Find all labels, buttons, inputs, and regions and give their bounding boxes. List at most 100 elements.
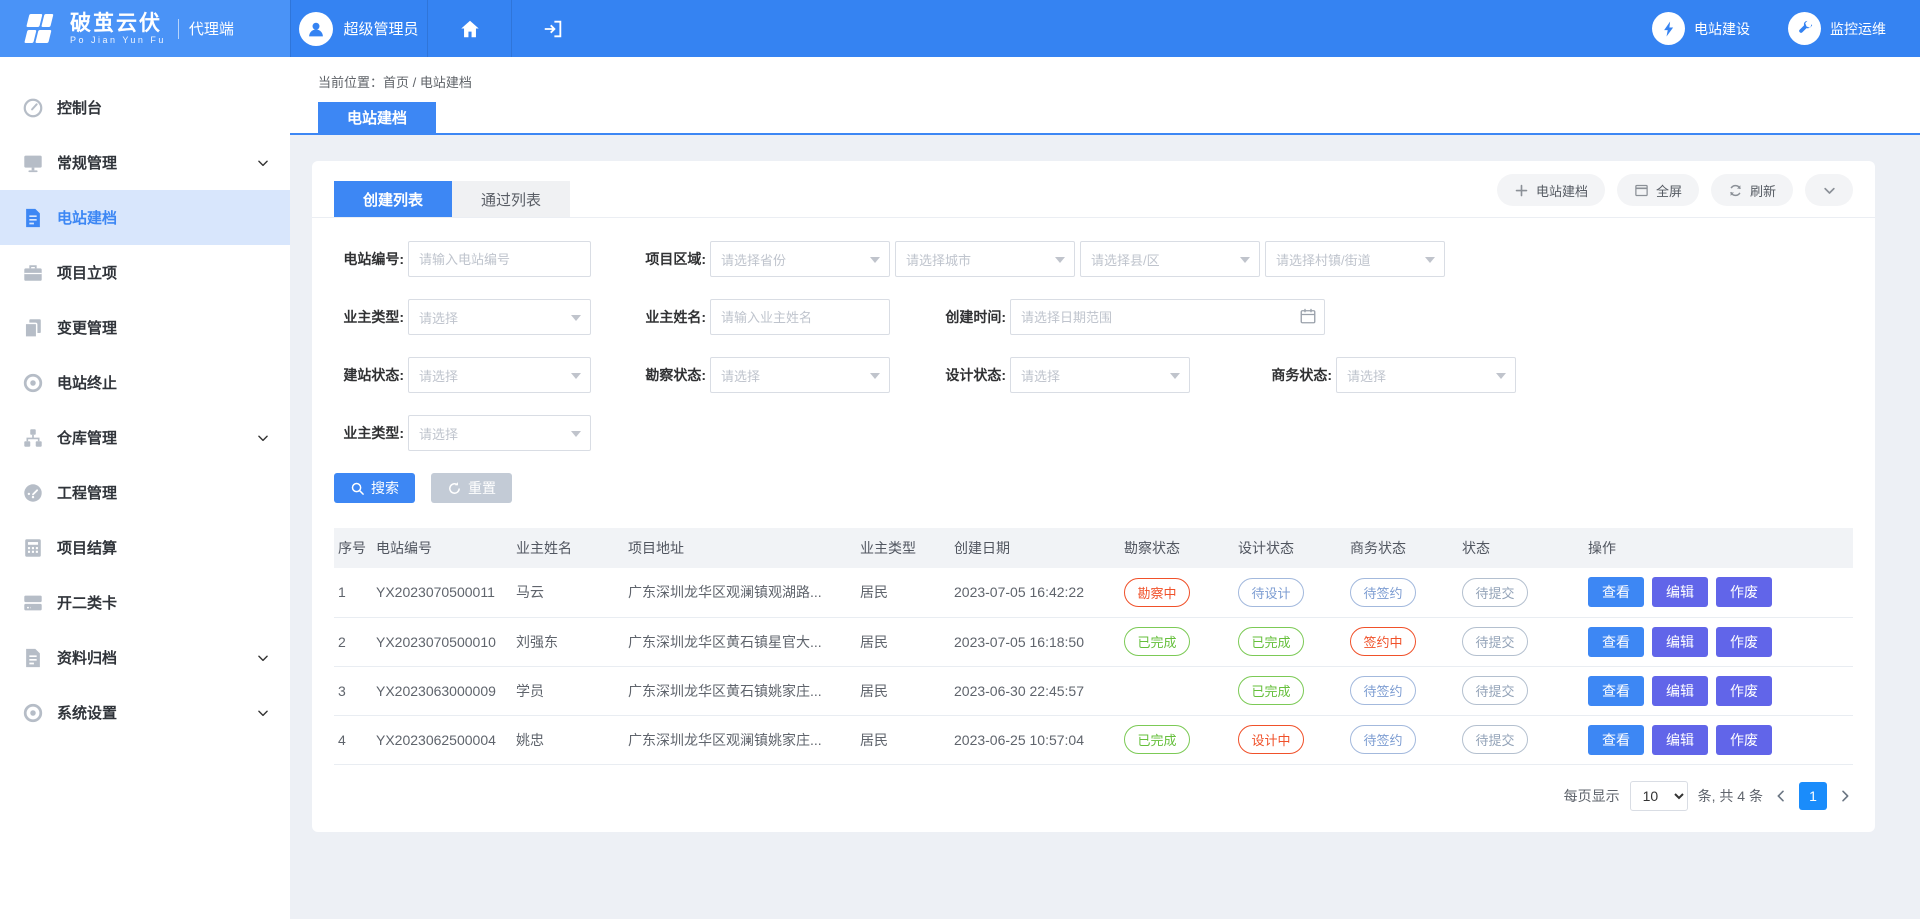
status-badge: 设计中	[1238, 725, 1304, 754]
status-badge: 待签约	[1350, 578, 1416, 607]
status-badge: 待提交	[1462, 627, 1528, 656]
status-badge: 勘察中	[1124, 578, 1190, 607]
logout-icon	[542, 18, 564, 40]
edit-button[interactable]: 编辑	[1652, 627, 1708, 657]
refresh-button[interactable]: 刷新	[1711, 174, 1793, 206]
county-select[interactable]: 请选择县/区	[1080, 241, 1260, 277]
province-select[interactable]: 请选择省份	[710, 241, 890, 277]
sidebar-item-project-approval[interactable]: 项目立项	[0, 245, 290, 300]
business-status-select[interactable]: 请选择	[1336, 357, 1516, 393]
caret-down-icon	[1425, 257, 1435, 263]
logo: 破茧云伏 Po Jian Yun Fu 代理端	[0, 0, 290, 57]
page-number-button[interactable]: 1	[1799, 782, 1827, 810]
search-icon	[350, 481, 365, 496]
caret-down-icon	[1170, 373, 1180, 379]
top-header: 破茧云伏 Po Jian Yun Fu 代理端 超级管理员	[0, 0, 1920, 57]
search-button[interactable]: 搜索	[334, 473, 415, 503]
tab-create-list[interactable]: 创建列表	[334, 181, 452, 217]
caret-down-icon	[571, 373, 581, 379]
view-button[interactable]: 查看	[1588, 577, 1644, 607]
status-badge: 待签约	[1350, 676, 1416, 705]
nav-station-build[interactable]: 电站建设	[1652, 12, 1750, 45]
caret-down-icon	[870, 373, 880, 379]
per-page-select[interactable]: 10	[1630, 781, 1688, 811]
sidebar-item-system-settings[interactable]: 系统设置	[0, 685, 290, 740]
card-icon	[22, 592, 44, 614]
pagination: 每页显示 10 条, 共 4 条 1	[312, 781, 1853, 811]
app-title: 破茧云伏	[70, 13, 166, 35]
reset-button[interactable]: 重置	[431, 473, 512, 503]
app-subtitle: Po Jian Yun Fu	[70, 35, 166, 45]
business-status-label: 商务状态:	[1234, 357, 1332, 393]
tab-passed-list[interactable]: 通过列表	[452, 181, 570, 217]
town-select[interactable]: 请选择村镇/街道	[1265, 241, 1445, 277]
fullscreen-button[interactable]: 全屏	[1617, 174, 1699, 206]
nav-monitor-ops[interactable]: 监控运维	[1788, 12, 1886, 45]
caret-down-icon	[571, 431, 581, 437]
prev-page-icon[interactable]	[1773, 788, 1789, 804]
sidebar-item-console[interactable]: 控制台	[0, 80, 290, 135]
calendar-icon	[1299, 307, 1317, 325]
station-no-input[interactable]	[408, 241, 591, 277]
plus-icon	[1514, 183, 1529, 198]
status-badge: 已完成	[1238, 627, 1304, 656]
date-range-input[interactable]	[1010, 299, 1325, 335]
design-status-select[interactable]: 请选择	[1010, 357, 1190, 393]
edit-button[interactable]: 编辑	[1652, 725, 1708, 755]
table-row: 3YX2023063000009学员广东深圳龙华区黄石镇姚家庄...居民2023…	[334, 666, 1853, 715]
survey-status-select[interactable]: 请选择	[710, 357, 890, 393]
user-name: 超级管理员	[343, 18, 418, 39]
owner-name-label: 业主姓名:	[608, 299, 706, 335]
view-button[interactable]: 查看	[1588, 676, 1644, 706]
refresh-icon	[1728, 183, 1743, 198]
sidebar-item-type2-card[interactable]: 开二类卡	[0, 575, 290, 630]
owner-name-input[interactable]	[710, 299, 890, 335]
sidebar-item-change-mgmt[interactable]: 变更管理	[0, 300, 290, 355]
status-badge: 待设计	[1238, 578, 1304, 607]
settings-icon	[22, 702, 44, 724]
station-table: 序号 电站编号 业主姓名 项目地址 业主类型 创建日期 勘察状态 设计状态 商务…	[334, 528, 1853, 765]
caret-down-icon	[1496, 373, 1506, 379]
dashboard-icon	[22, 97, 44, 119]
view-button[interactable]: 查看	[1588, 627, 1644, 657]
sidebar-item-data-archive[interactable]: 资料归档	[0, 630, 290, 685]
sidebar-item-general-mgmt[interactable]: 常规管理	[0, 135, 290, 190]
sidebar: 控制台 常规管理 电站建档	[0, 57, 290, 919]
view-button[interactable]: 查看	[1588, 725, 1644, 755]
edit-button[interactable]: 编辑	[1652, 577, 1708, 607]
sidebar-item-settlement[interactable]: 项目结算	[0, 520, 290, 575]
document-icon	[22, 207, 44, 229]
copy-icon	[22, 317, 44, 339]
sidebar-item-warehouse[interactable]: 仓库管理	[0, 410, 290, 465]
status-badge: 待提交	[1462, 676, 1528, 705]
status-badge: 已完成	[1124, 725, 1190, 754]
sidebar-item-station-termination[interactable]: 电站终止	[0, 355, 290, 410]
table-header-row: 序号 电站编号 业主姓名 项目地址 业主类型 创建日期 勘察状态 设计状态 商务…	[334, 528, 1853, 568]
chevron-down-icon	[256, 651, 270, 665]
edit-button[interactable]: 编辑	[1652, 676, 1708, 706]
main-content: 当前位置：首页 / 电站建档 电站建档 创建列表 通过列表 电站建档	[290, 57, 1920, 919]
logout-button[interactable]	[511, 0, 593, 57]
void-button[interactable]: 作废	[1716, 725, 1772, 755]
owner-type2-select[interactable]: 请选择	[408, 415, 591, 451]
sidebar-item-engineering[interactable]: 工程管理	[0, 465, 290, 520]
sitemap-icon	[22, 427, 44, 449]
void-button[interactable]: 作废	[1716, 627, 1772, 657]
status-badge: 待签约	[1350, 725, 1416, 754]
void-button[interactable]: 作废	[1716, 676, 1772, 706]
status-badge: 已完成	[1124, 627, 1190, 656]
sidebar-item-station-archive[interactable]: 电站建档	[0, 190, 290, 245]
home-button[interactable]	[427, 0, 511, 57]
city-select[interactable]: 请选择城市	[895, 241, 1075, 277]
collapse-toolbar-button[interactable]	[1805, 174, 1853, 206]
void-button[interactable]: 作废	[1716, 577, 1772, 607]
user-icon	[305, 18, 327, 40]
page-tab[interactable]: 电站建档	[318, 102, 436, 133]
owner-type-select[interactable]: 请选择	[408, 299, 591, 335]
wrench-icon	[1788, 12, 1821, 45]
add-station-button[interactable]: 电站建档	[1497, 174, 1605, 206]
user-menu[interactable]: 超级管理员	[290, 0, 427, 57]
next-page-icon[interactable]	[1837, 788, 1853, 804]
breadcrumb: 当前位置：首页 / 电站建档	[290, 57, 1920, 91]
build-status-select[interactable]: 请选择	[408, 357, 591, 393]
